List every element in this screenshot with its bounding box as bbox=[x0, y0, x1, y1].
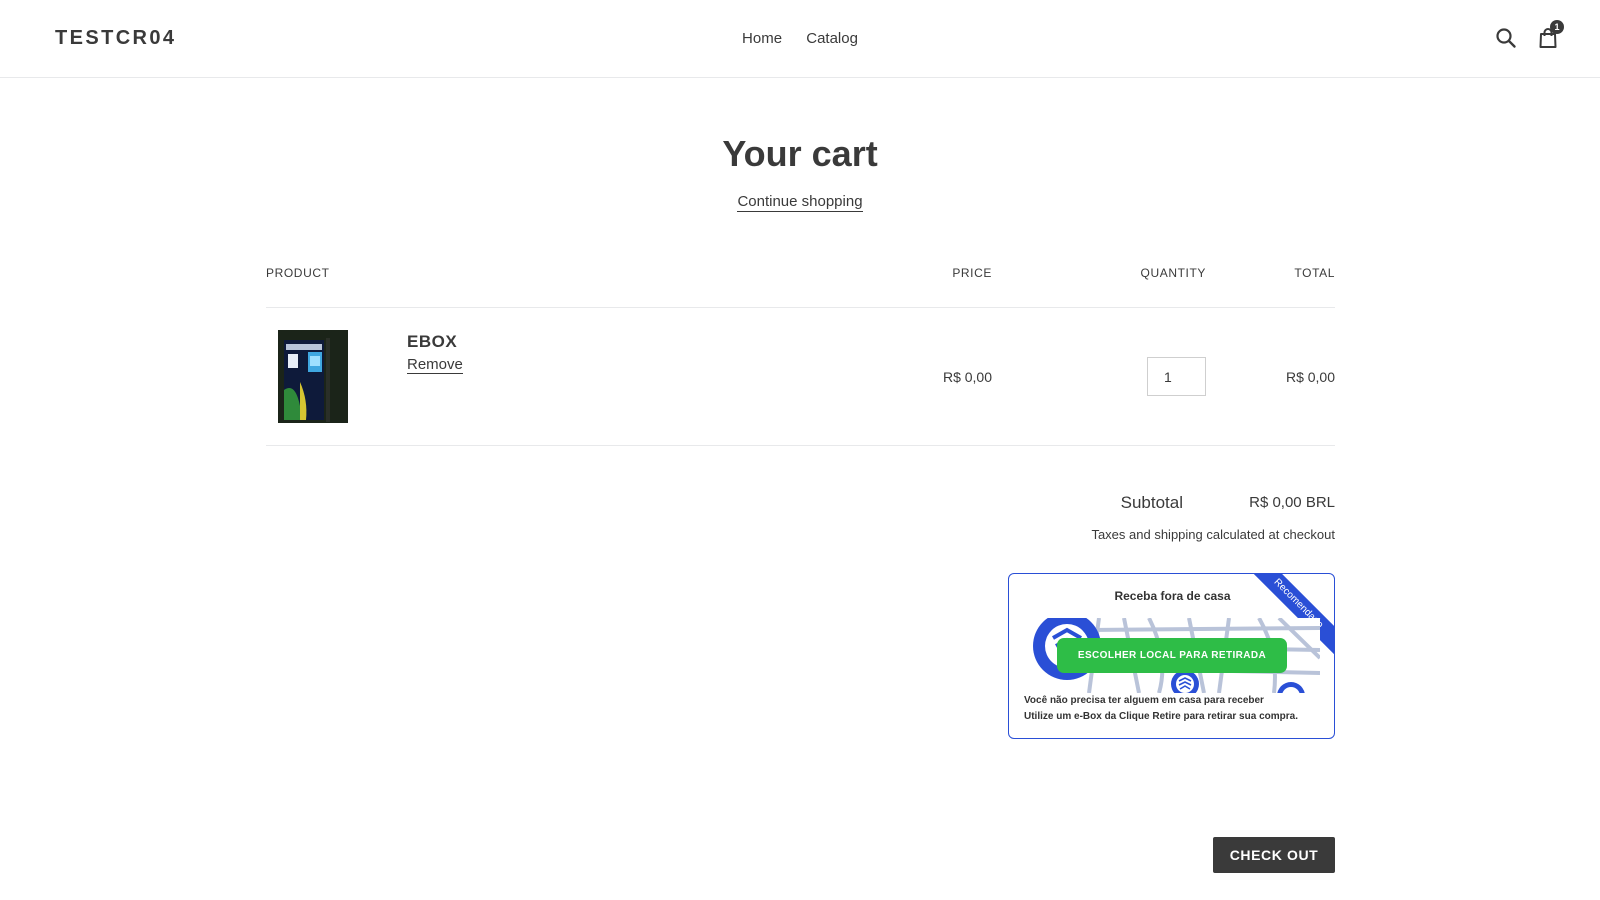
pickup-widget: Recomendado Receba fora de casa ESCOLHER… bbox=[1008, 573, 1335, 739]
cart-icon[interactable]: 1 bbox=[1536, 20, 1564, 50]
quantity-input[interactable] bbox=[1147, 357, 1206, 396]
column-header-total: TOTAL bbox=[1294, 266, 1335, 280]
item-total: R$ 0,00 bbox=[1285, 369, 1335, 385]
remove-item-link[interactable]: Remove bbox=[407, 357, 463, 374]
table-divider-top bbox=[266, 307, 1335, 308]
site-header: TESTCR04 Home Catalog 1 bbox=[0, 0, 1600, 78]
tax-note: Taxes and shipping calculated at checkou… bbox=[1091, 527, 1335, 542]
table-divider-bottom bbox=[266, 445, 1335, 446]
cart-count-badge: 1 bbox=[1550, 20, 1564, 34]
column-header-price: PRICE bbox=[952, 266, 992, 280]
choose-pickup-location-button[interactable]: ESCOLHER LOCAL PARA RETIRADA bbox=[1057, 638, 1287, 673]
main-nav: Home Catalog bbox=[0, 30, 1600, 47]
widget-title: Receba fora de casa bbox=[1114, 589, 1231, 603]
search-icon[interactable] bbox=[1494, 26, 1518, 50]
subtotal-label: Subtotal bbox=[1120, 493, 1183, 512]
widget-description-line-2: Utilize um e-Box da Clique Retire para r… bbox=[1024, 711, 1298, 722]
continue-shopping: Continue shopping bbox=[0, 193, 1600, 212]
column-header-product: PRODUCT bbox=[266, 266, 330, 280]
nav-home-link[interactable]: Home bbox=[742, 30, 782, 47]
header-icons: 1 bbox=[1494, 20, 1564, 50]
continue-shopping-link[interactable]: Continue shopping bbox=[737, 193, 863, 212]
page-title: Your cart bbox=[722, 133, 878, 174]
item-price: R$ 0,00 bbox=[942, 369, 992, 385]
product-title[interactable]: EBOX bbox=[407, 332, 457, 352]
subtotal-value: R$ 0,00 BRL bbox=[1249, 494, 1335, 511]
checkout-button[interactable]: CHECK OUT bbox=[1213, 837, 1335, 873]
product-image[interactable] bbox=[278, 330, 348, 423]
column-header-quantity: QUANTITY bbox=[1140, 266, 1206, 280]
nav-catalog-link[interactable]: Catalog bbox=[806, 30, 858, 47]
widget-description-line-1: Você não precisa ter alguem em casa para… bbox=[1024, 695, 1264, 706]
